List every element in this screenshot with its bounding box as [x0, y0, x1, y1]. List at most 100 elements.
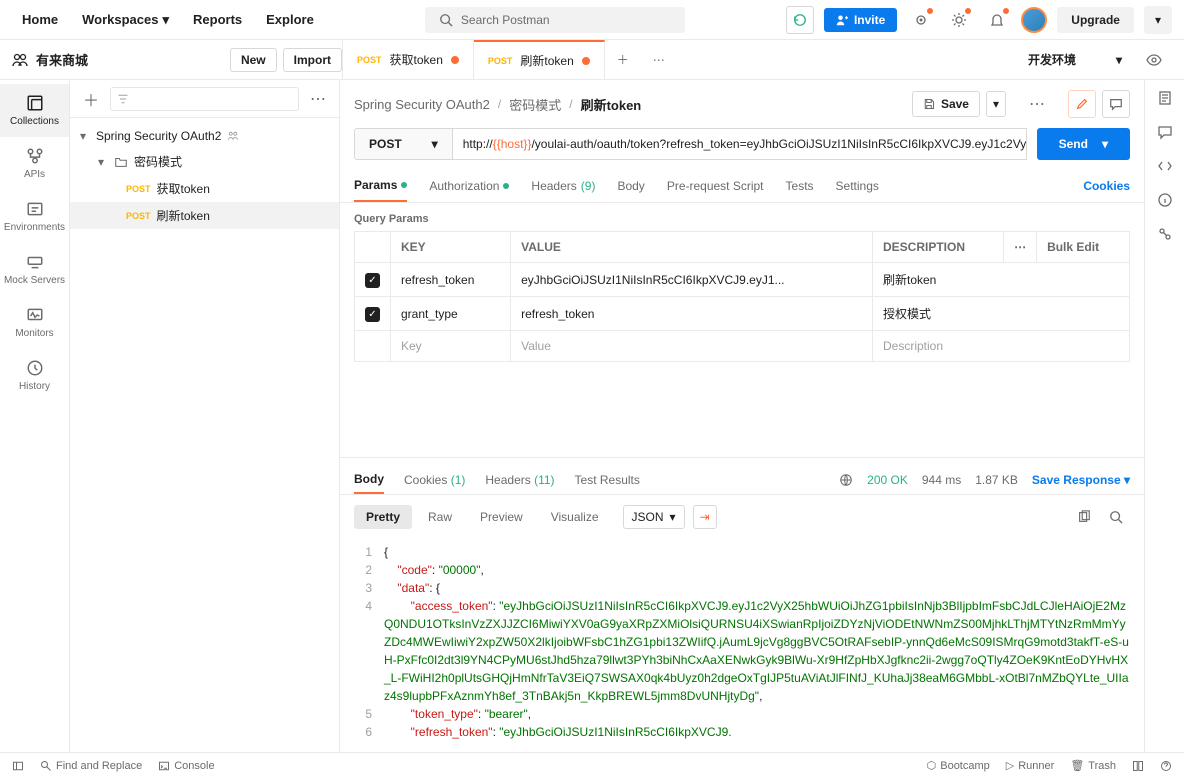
preview-env-icon[interactable]	[1136, 52, 1172, 68]
person-plus-icon	[836, 14, 848, 26]
rail-mock[interactable]: Mock Servers	[0, 243, 69, 296]
comments-icon[interactable]	[1157, 124, 1173, 140]
sidebar-add-button[interactable]: ＋	[80, 87, 102, 111]
send-button[interactable]: Send▾	[1037, 128, 1130, 160]
save-dropdown[interactable]: ▾	[986, 91, 1006, 117]
tree-request[interactable]: POST获取token	[70, 175, 339, 202]
nav-home[interactable]: Home	[12, 6, 68, 33]
search-response-icon[interactable]	[1102, 503, 1130, 531]
wrap-lines-icon[interactable]: ⇥	[693, 505, 717, 529]
workspace-name: 有来商城	[36, 50, 88, 69]
tab-body[interactable]: Body	[617, 171, 644, 201]
save-icon	[923, 98, 935, 110]
sidebar-filter-input[interactable]	[110, 87, 299, 111]
sb-layout-icon[interactable]	[1132, 760, 1144, 772]
nav-explore[interactable]: Explore	[256, 6, 324, 33]
checkbox-icon[interactable]: ✓	[365, 307, 380, 322]
params-table: KEY VALUE DESCRIPTION ⋯ Bulk Edit ✓ refr…	[354, 231, 1130, 362]
rail-monitors[interactable]: Monitors	[0, 296, 69, 349]
save-button[interactable]: Save	[912, 91, 980, 117]
sidebar: ＋ ⋯ ▾Spring Security OAuth2 ▾密码模式 POST获取…	[70, 80, 340, 752]
related-icon[interactable]	[1157, 226, 1173, 242]
sb-find-replace[interactable]: Find and Replace	[40, 760, 142, 772]
comment-icon[interactable]	[1102, 90, 1130, 118]
nav-reports[interactable]: Reports	[183, 6, 252, 33]
edit-icon[interactable]	[1068, 90, 1096, 118]
view-pretty[interactable]: Pretty	[354, 505, 412, 529]
tab-headers[interactable]: Headers (9)	[531, 171, 595, 201]
table-row[interactable]: ✓ refresh_token eyJhbGciOiJSUzI1NiIsInR5…	[355, 263, 1130, 297]
method-select[interactable]: POST▾	[354, 128, 453, 160]
rail-collections[interactable]: Collections	[0, 84, 69, 137]
search-input[interactable]: Search Postman	[425, 7, 685, 33]
breadcrumb-item[interactable]: 密码模式	[509, 95, 561, 114]
upgrade-button[interactable]: Upgrade	[1057, 7, 1134, 33]
resp-tab-cookies[interactable]: Cookies (1)	[404, 467, 465, 493]
globe-icon[interactable]	[839, 473, 853, 487]
save-response-button[interactable]: Save Response ▾	[1032, 473, 1130, 487]
unsaved-dot-icon	[582, 57, 590, 65]
resp-tab-headers[interactable]: Headers (11)	[485, 467, 554, 493]
sb-console[interactable]: Console	[158, 760, 214, 772]
invite-button[interactable]: Invite	[824, 8, 897, 32]
sb-trash[interactable]: 🗑 Trash	[1070, 759, 1116, 772]
cookies-link[interactable]: Cookies	[1083, 179, 1130, 193]
tree-request[interactable]: POST刷新token	[70, 202, 339, 229]
new-tab-button[interactable]: ＋	[605, 51, 641, 68]
notifications-icon[interactable]	[983, 6, 1011, 34]
tree-collection[interactable]: ▾Spring Security OAuth2	[70, 124, 339, 148]
checkbox-icon[interactable]: ✓	[365, 273, 380, 288]
breadcrumb-item[interactable]: Spring Security OAuth2	[354, 97, 490, 112]
query-params-label: Query Params	[340, 203, 1144, 231]
sidebar-options[interactable]: ⋯	[307, 89, 329, 109]
view-raw[interactable]: Raw	[416, 505, 464, 529]
url-input[interactable]: http://{{host}}/youlai-auth/oauth/token?…	[453, 128, 1027, 160]
tree-folder[interactable]: ▾密码模式	[70, 148, 339, 175]
tab-tests[interactable]: Tests	[786, 171, 814, 201]
code-icon[interactable]	[1157, 158, 1173, 174]
right-rail	[1144, 80, 1184, 752]
team-icon	[227, 130, 239, 142]
request-tab[interactable]: POST获取token	[343, 40, 474, 79]
sb-runner[interactable]: ▷ Runner	[1006, 759, 1055, 772]
sb-sidebar-toggle[interactable]	[12, 760, 24, 772]
nav-workspaces[interactable]: Workspaces▾	[72, 6, 179, 34]
import-button[interactable]: Import	[283, 48, 342, 72]
table-row[interactable]: ✓ grant_type refresh_token 授权模式	[355, 297, 1130, 331]
tab-authorization[interactable]: Authorization	[429, 171, 509, 201]
sync-icon[interactable]	[786, 6, 814, 34]
table-row[interactable]: Key Value Description	[355, 331, 1130, 362]
rail-apis[interactable]: APIs	[0, 137, 69, 190]
chevron-down-icon: ▾	[1116, 53, 1122, 67]
folder-icon	[114, 155, 128, 169]
tab-params[interactable]: Params	[354, 170, 407, 202]
resp-tab-tests[interactable]: Test Results	[575, 467, 640, 493]
settings-icon[interactable]	[945, 6, 973, 34]
sb-bootcamp[interactable]: ⬡ Bootcamp	[927, 759, 990, 772]
rail-history[interactable]: History	[0, 349, 69, 402]
environment-select[interactable]: 开发环境▾	[1014, 51, 1136, 68]
chevron-down-icon: ▾	[162, 12, 169, 28]
tab-settings[interactable]: Settings	[836, 171, 879, 201]
tab-options[interactable]: ⋯	[641, 53, 677, 67]
view-visualize[interactable]: Visualize	[539, 505, 611, 529]
upgrade-dropdown[interactable]: ▾	[1144, 6, 1172, 34]
rail-environments[interactable]: Environments	[0, 190, 69, 243]
sb-help-icon[interactable]	[1160, 760, 1172, 772]
tab-prerequest[interactable]: Pre-request Script	[667, 171, 764, 201]
response-body[interactable]: 1{ 2 "code": "00000", 3 "data": { 4 "acc…	[340, 539, 1144, 752]
request-options[interactable]: ⋯	[1026, 94, 1048, 114]
avatar[interactable]	[1021, 7, 1047, 33]
request-tab[interactable]: POST刷新token	[474, 40, 605, 79]
capture-icon[interactable]	[907, 6, 935, 34]
resp-tab-body[interactable]: Body	[354, 466, 384, 494]
left-rail: Collections APIs Environments Mock Serve…	[0, 80, 70, 752]
copy-icon[interactable]	[1070, 503, 1098, 531]
docs-icon[interactable]	[1157, 90, 1173, 106]
view-preview[interactable]: Preview	[468, 505, 535, 529]
status-bar: Find and Replace Console ⬡ Bootcamp ▷ Ru…	[0, 752, 1184, 778]
info-icon[interactable]	[1157, 192, 1173, 208]
new-button[interactable]: New	[230, 48, 277, 72]
format-select[interactable]: JSON▾	[623, 505, 685, 529]
bulk-edit-link[interactable]: Bulk Edit	[1037, 232, 1130, 263]
